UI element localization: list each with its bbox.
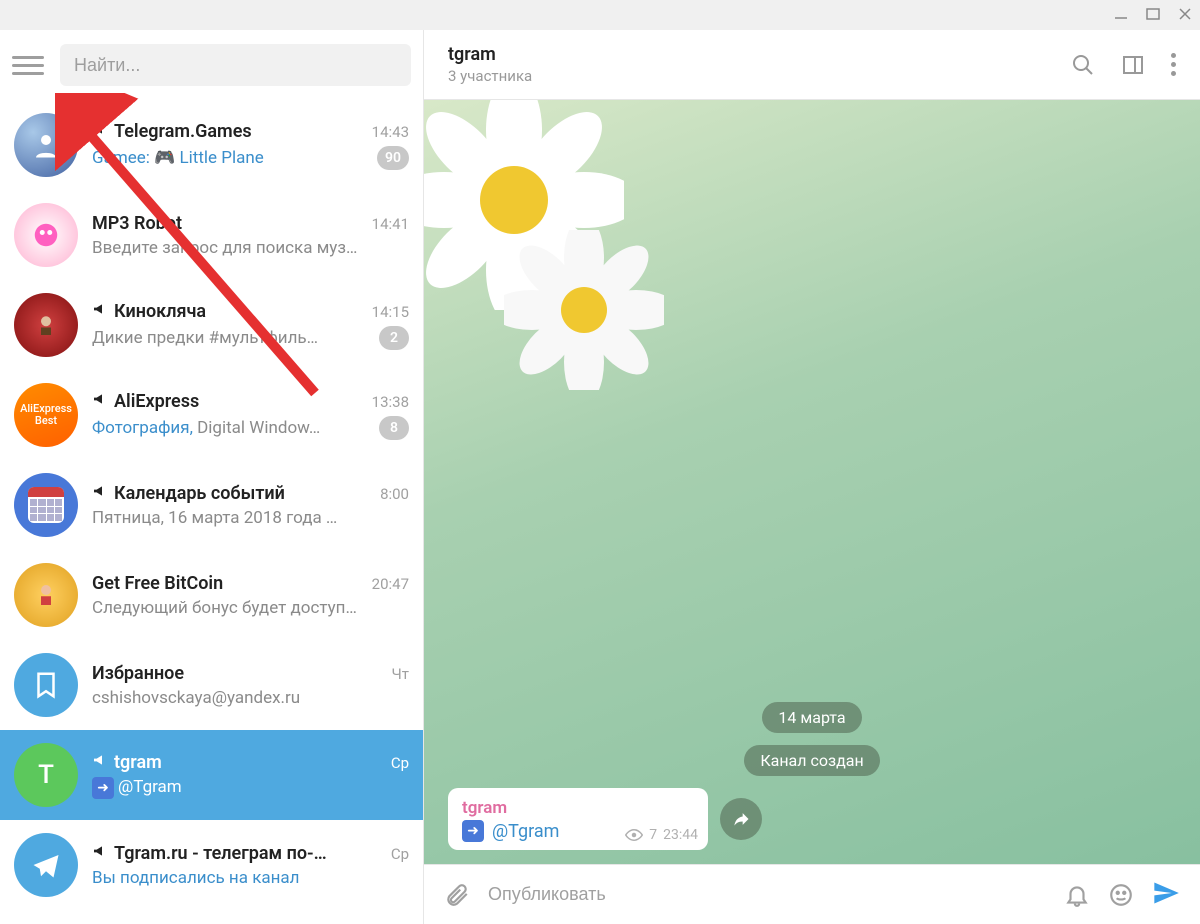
window-titlebar (0, 0, 1200, 30)
chat-time: 14:15 (372, 303, 409, 321)
conversation-header-info[interactable]: tgram 3 участника (448, 44, 1071, 85)
avatar: T (14, 743, 78, 807)
chat-time: Ср (391, 754, 409, 772)
chat-list: Telegram.Games 14:43 Gamee: 🎮 Little Pla… (0, 100, 423, 924)
chat-subtitle: Gamee: 🎮 Little Plane (92, 148, 369, 168)
chat-item-mp3-robot[interactable]: MP3 Robot 14:41 Введите запрос для поиск… (0, 190, 423, 280)
unread-badge: 90 (377, 146, 409, 170)
conversation-subtitle: 3 участника (448, 67, 1071, 85)
avatar (14, 833, 78, 897)
chat-subtitle: ➜@Tgram (92, 777, 409, 799)
sidebar: Telegram.Games 14:43 Gamee: 🎮 Little Pla… (0, 30, 424, 924)
chat-subtitle: Вы подписались на канал (92, 868, 409, 888)
search-icon[interactable] (1071, 53, 1095, 77)
chat-item-saved[interactable]: Избранное Чт cshishovsckaya@yandex.ru (0, 640, 423, 730)
avatar (14, 203, 78, 267)
message-author: tgram (462, 798, 694, 818)
conversation-title: tgram (448, 44, 1071, 65)
composer (424, 864, 1200, 924)
message-bubble[interactable]: tgram ➜@Tgram 7 23:44 (448, 788, 708, 850)
maximize-button[interactable] (1146, 6, 1160, 25)
chat-subtitle: Следующий бонус будет доступ… (92, 598, 409, 618)
forward-button[interactable] (720, 798, 762, 840)
emoji-icon[interactable] (1108, 882, 1134, 908)
chat-subtitle: Введите запрос для поиска муз… (92, 238, 409, 258)
message-meta: 7 23:44 (625, 826, 698, 844)
minimize-button[interactable] (1114, 6, 1128, 25)
background-decoration (504, 230, 664, 390)
date-separator: 14 марта (762, 702, 861, 733)
close-button[interactable] (1178, 6, 1192, 25)
chat-time: Ср (391, 845, 409, 863)
chat-title: MP3 Robot (92, 213, 182, 234)
chat-time: 13:38 (372, 393, 409, 411)
megaphone-icon (92, 843, 108, 863)
chat-subtitle: Фотография, Digital Window… (92, 418, 371, 438)
megaphone-icon (92, 391, 108, 411)
chat-title: Календарь событий (114, 483, 285, 504)
megaphone-icon (92, 483, 108, 503)
chat-item-telegram-games[interactable]: Telegram.Games 14:43 Gamee: 🎮 Little Pla… (0, 100, 423, 190)
attach-icon[interactable] (444, 882, 470, 908)
chat-area: 14 марта Канал создан tgram ➜@Tgram 7 23… (424, 100, 1200, 864)
chat-title: Tgram.ru - телеграм по-… (114, 843, 327, 864)
chat-subtitle: Пятница, 16 марта 2018 года … (92, 508, 409, 528)
message-views: 7 (649, 827, 657, 843)
calendar-icon (28, 487, 64, 523)
chat-subtitle: Дикие предки #мультфиль… (92, 328, 371, 348)
bell-icon[interactable] (1064, 882, 1090, 908)
megaphone-icon (92, 301, 108, 321)
arrow-right-icon: ➜ (92, 777, 114, 799)
bookmark-icon (31, 670, 61, 700)
menu-button[interactable] (12, 49, 44, 81)
search-input-wrapper[interactable] (60, 44, 411, 86)
chat-item-bitcoin[interactable]: Get Free BitCoin 20:47 Следующий бонус б… (0, 550, 423, 640)
search-input[interactable] (74, 55, 397, 76)
chat-time: 14:41 (372, 215, 409, 233)
avatar (14, 653, 78, 717)
telegram-icon (31, 850, 61, 880)
chat-item-tgram-ru[interactable]: Tgram.ru - телеграм по-… Ср Вы подписали… (0, 820, 423, 910)
chat-item-tgram[interactable]: T tgram Ср ➜@Tgram (0, 730, 423, 820)
avatar (14, 563, 78, 627)
chat-title: Избранное (92, 663, 184, 684)
conversation-header: tgram 3 участника (424, 30, 1200, 100)
chat-time: 8:00 (380, 485, 409, 503)
arrow-right-icon: ➜ (462, 820, 484, 842)
eye-icon (625, 826, 643, 844)
send-button[interactable] (1152, 879, 1180, 911)
unread-badge: 8 (379, 416, 409, 440)
unread-badge: 2 (379, 326, 409, 350)
chat-title: AliExpress (114, 391, 199, 412)
more-menu-button[interactable] (1171, 53, 1176, 76)
chat-item-aliexpress[interactable]: AliExpress Best AliExpress 13:38 Фотогра… (0, 370, 423, 460)
avatar (14, 473, 78, 537)
megaphone-icon (92, 752, 108, 772)
avatar (14, 293, 78, 357)
service-message: Канал создан (744, 745, 879, 776)
chat-title: Кинокляча (114, 301, 206, 322)
message-time: 23:44 (663, 827, 698, 843)
chat-title: Telegram.Games (114, 121, 252, 142)
chat-item-calendar[interactable]: Календарь событий 8:00 Пятница, 16 марта… (0, 460, 423, 550)
avatar: AliExpress Best (14, 383, 78, 447)
chat-time: 14:43 (372, 123, 409, 141)
chat-title: Get Free BitCoin (92, 573, 223, 594)
chat-time: 20:47 (372, 575, 409, 593)
chat-item-kinoklyacha[interactable]: Кинокляча 14:15 Дикие предки #мультфиль…… (0, 280, 423, 370)
megaphone-icon (92, 121, 108, 141)
chat-subtitle: cshishovsckaya@yandex.ru (92, 688, 409, 708)
conversation-pane: tgram 3 участника 14 марта (424, 30, 1200, 924)
sidepanel-icon[interactable] (1121, 53, 1145, 77)
chat-title: tgram (114, 752, 162, 773)
chat-time: Чт (392, 665, 409, 683)
compose-input[interactable] (488, 884, 1046, 905)
avatar (14, 113, 78, 177)
